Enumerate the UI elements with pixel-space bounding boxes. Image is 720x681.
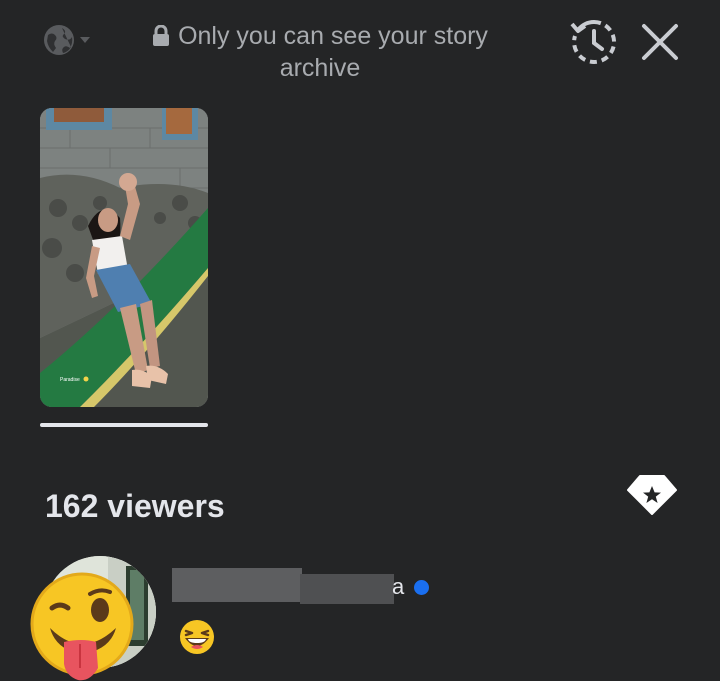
story-caption: Paradise — [60, 377, 80, 383]
chevron-down-icon — [80, 37, 90, 43]
story-viewers-screen: Only you can see your story archive Para… — [0, 0, 720, 681]
viewer-name-redacted-2 — [300, 574, 394, 604]
lock-icon — [153, 25, 170, 46]
globe-icon — [44, 25, 74, 55]
close-icon[interactable] — [638, 20, 682, 64]
story-photo: Paradise — [40, 108, 208, 407]
viewer-name-visible: a — [392, 574, 405, 599]
winking-tongue-emoji-icon — [30, 572, 134, 681]
story-thumbnail[interactable]: Paradise — [40, 108, 208, 407]
viewer-list-item[interactable]: a — [0, 548, 720, 681]
star-tag-icon[interactable] — [626, 472, 678, 518]
history-icon[interactable] — [568, 16, 620, 68]
grinning-squinting-face-icon — [180, 620, 214, 654]
privacy-selector[interactable] — [42, 22, 96, 58]
privacy-notice-text: Only you can see your story archive — [178, 22, 488, 82]
viewer-name-redacted — [172, 568, 302, 602]
online-status-dot — [414, 580, 429, 595]
privacy-notice: Only you can see your story archive — [120, 20, 520, 84]
viewers-count: 162 viewers — [45, 488, 225, 524]
selected-indicator — [40, 423, 208, 427]
